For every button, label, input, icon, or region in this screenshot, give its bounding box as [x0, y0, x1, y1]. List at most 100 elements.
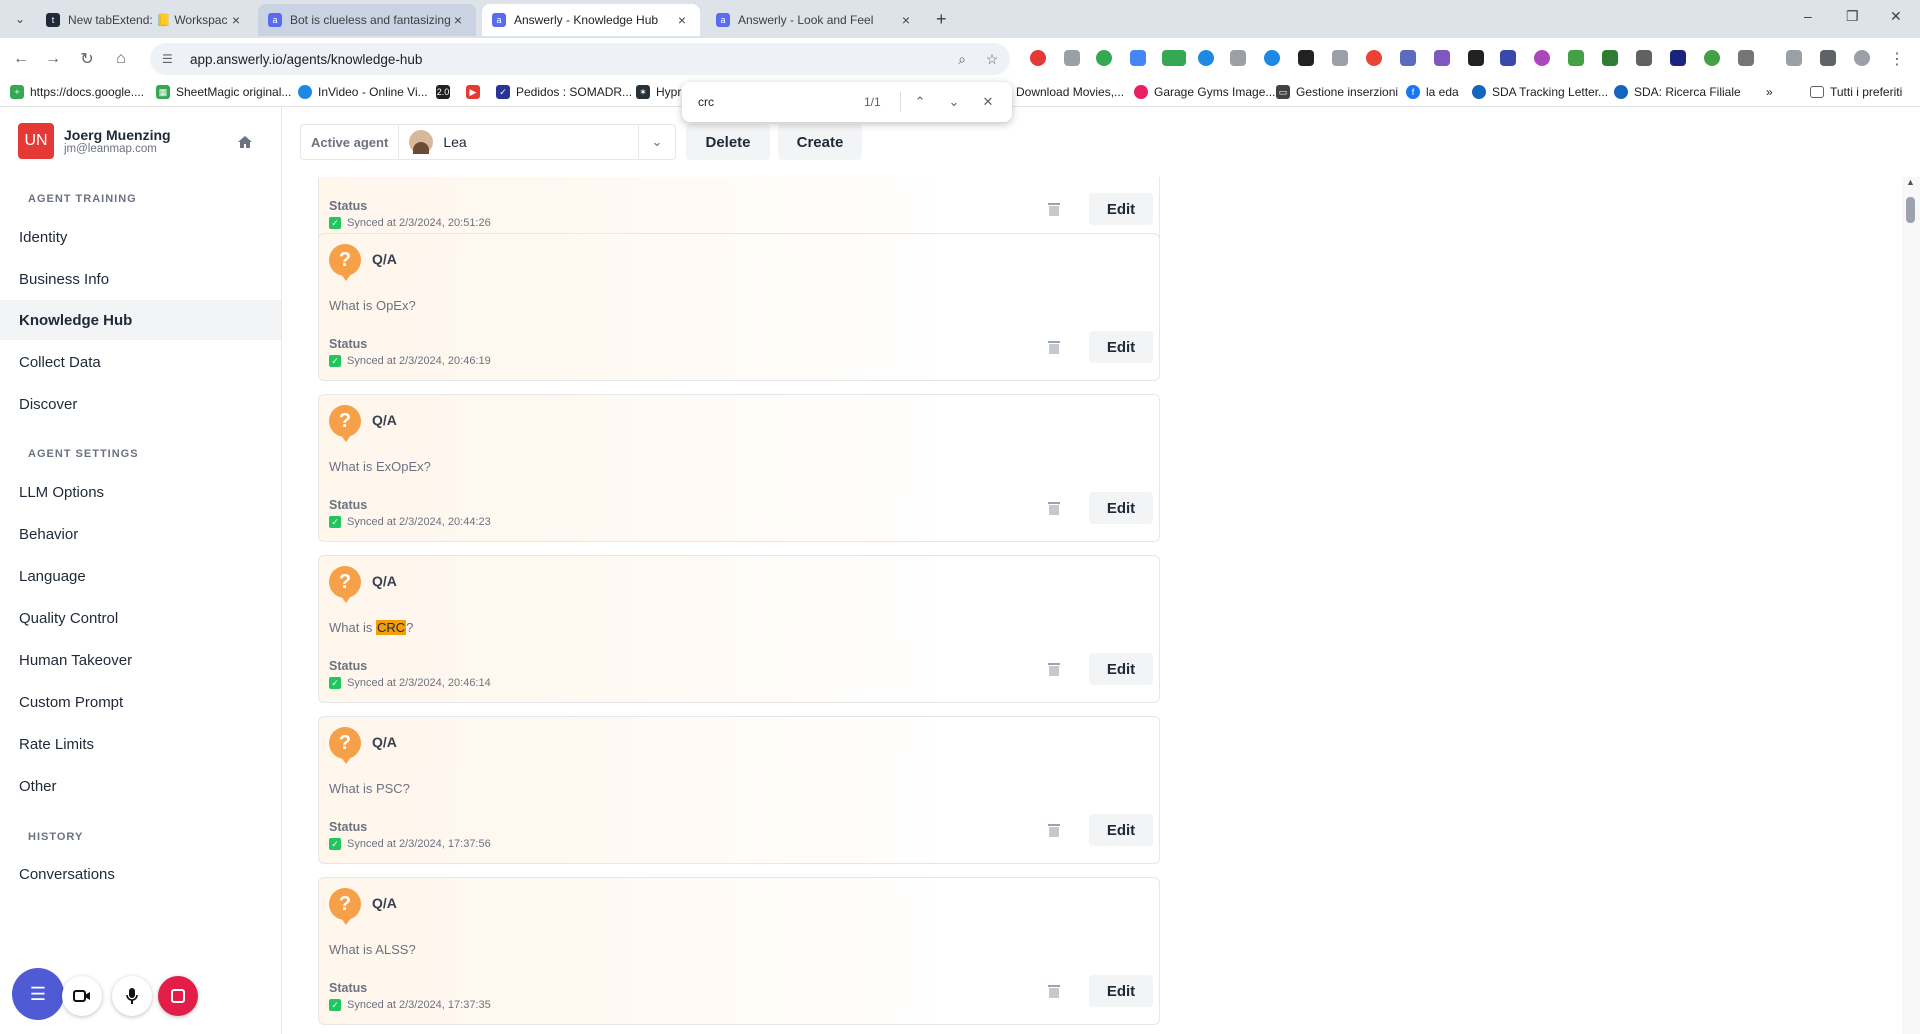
bookmark-item[interactable]: InVideo - Online Vi...	[298, 85, 428, 99]
side-panel-icon[interactable]	[1820, 50, 1836, 66]
extension-icon[interactable]	[1534, 50, 1550, 66]
site-info-icon[interactable]: ☰	[162, 52, 180, 66]
sidebar-item-other[interactable]: Other	[0, 766, 281, 806]
bookmark-star-icon[interactable]: ☆	[984, 51, 1000, 67]
extension-icon[interactable]	[1096, 50, 1112, 66]
find-close-icon[interactable]: ✕	[978, 92, 998, 112]
extension-icon[interactable]	[1400, 50, 1416, 66]
sidebar-item-llm-options[interactable]: LLM Options	[0, 472, 281, 512]
sidebar-item-custom-prompt[interactable]: Custom Prompt	[0, 682, 281, 722]
active-agent-select[interactable]: Active agent Lea ⌄	[300, 124, 676, 160]
sidebar-item-quality-control[interactable]: Quality Control	[0, 598, 281, 638]
cast-icon[interactable]	[1786, 50, 1802, 66]
bookmark-item[interactable]: Download Movies,...	[1016, 85, 1124, 99]
browser-tab[interactable]: t New tabExtend: 📒 Workspace ×	[36, 4, 254, 36]
sidebar-item-rate-limits[interactable]: Rate Limits	[0, 724, 281, 764]
home-icon[interactable]	[230, 127, 260, 157]
edit-button[interactable]: Edit	[1089, 331, 1153, 363]
extension-icon[interactable]	[1264, 50, 1280, 66]
bookmark-item[interactable]: ▭ Gestione inserzioni	[1276, 85, 1398, 99]
create-agent-button[interactable]: Create	[778, 124, 862, 160]
extension-icon[interactable]	[1434, 50, 1450, 66]
find-next-icon[interactable]: ⌄	[944, 92, 964, 112]
trash-icon[interactable]	[1047, 661, 1061, 677]
edit-button[interactable]: Edit	[1089, 653, 1153, 685]
browser-tab-active[interactable]: a Answerly - Knowledge Hub ×	[482, 4, 700, 36]
extension-icon[interactable]	[1636, 50, 1652, 66]
extension-icon[interactable]	[1230, 50, 1246, 66]
extension-icon[interactable]	[1332, 50, 1348, 66]
find-previous-icon[interactable]: ⌃	[910, 92, 930, 112]
bookmark-item[interactable]: ▶	[466, 85, 486, 99]
forward-icon[interactable]: →	[42, 48, 64, 70]
close-icon[interactable]: ×	[228, 12, 244, 28]
scrollbar-thumb[interactable]	[1906, 197, 1915, 223]
camera-icon[interactable]	[62, 976, 102, 1016]
bookmark-item[interactable]: SDA: Ricerca Filiale	[1614, 85, 1741, 99]
window-close-icon[interactable]: ✕	[1890, 8, 1902, 25]
url-text[interactable]: app.answerly.io/agents/knowledge-hub	[190, 52, 422, 67]
back-icon[interactable]: ←	[10, 48, 32, 70]
trash-icon[interactable]	[1047, 983, 1061, 999]
close-icon[interactable]: ×	[898, 12, 914, 28]
sidebar-item-collect-data[interactable]: Collect Data	[0, 342, 281, 382]
bookmark-item[interactable]: ✓ Pedidos : SOMADR...	[496, 85, 632, 99]
sidebar-item-knowledge-hub[interactable]: Knowledge Hub	[0, 300, 281, 340]
address-bar[interactable]: ☰ app.answerly.io/agents/knowledge-hub ⌕…	[150, 43, 1010, 75]
new-tab-icon[interactable]: +	[936, 9, 947, 30]
home-icon[interactable]: ⌂	[110, 48, 132, 70]
bookmark-item[interactable]: f la eda	[1406, 85, 1459, 99]
close-icon[interactable]: ×	[450, 12, 466, 28]
opera-extension-icon[interactable]	[1030, 50, 1046, 66]
extension-icon[interactable]	[1366, 50, 1382, 66]
extension-icon[interactable]	[1064, 50, 1080, 66]
recorder-menu-icon[interactable]: ☰	[12, 968, 64, 1020]
restore-icon[interactable]: ❐	[1846, 8, 1859, 25]
bookmark-item[interactable]: Garage Gyms Image...	[1134, 85, 1275, 99]
extension-icon[interactable]	[1568, 50, 1584, 66]
timer-extension-icon[interactable]	[1162, 50, 1186, 66]
browser-tab[interactable]: a Bot is clueless and fantasizing ×	[258, 4, 476, 36]
extension-icon[interactable]	[1602, 50, 1618, 66]
delete-agent-button[interactable]: Delete	[686, 124, 770, 160]
chevron-down-icon[interactable]: ⌄	[638, 125, 675, 159]
extension-icon[interactable]	[1500, 50, 1516, 66]
trash-icon[interactable]	[1047, 822, 1061, 838]
close-icon[interactable]: ×	[674, 12, 690, 28]
trash-icon[interactable]	[1047, 500, 1061, 516]
stop-recording-icon[interactable]	[158, 976, 198, 1016]
find-icon[interactable]: ⌕	[954, 51, 970, 67]
extension-icon[interactable]	[1130, 50, 1146, 66]
bookmark-item[interactable]: ▦ SheetMagic original...	[156, 85, 291, 99]
sidebar-item-behavior[interactable]: Behavior	[0, 514, 281, 554]
extension-icon[interactable]	[1704, 50, 1720, 66]
minimize-icon[interactable]: –	[1804, 8, 1812, 24]
edit-button[interactable]: Edit	[1089, 975, 1153, 1007]
bookmark-item[interactable]: SDA Tracking Letter...	[1472, 85, 1608, 99]
extension-icon[interactable]	[1468, 50, 1484, 66]
sidebar-item-identity[interactable]: Identity	[0, 217, 281, 257]
profile-avatar[interactable]	[1854, 50, 1870, 66]
tab-search-icon[interactable]: ⌄	[10, 9, 30, 29]
bookmark-folder[interactable]: Tutti i preferiti	[1810, 85, 1902, 99]
bookmark-item[interactable]: 2.0	[436, 85, 456, 99]
scrollbar[interactable]: ▲	[1902, 177, 1920, 1034]
extension-icon[interactable]	[1670, 50, 1686, 66]
more-bookmarks-icon[interactable]: »	[1766, 85, 1773, 99]
edit-button[interactable]: Edit	[1089, 814, 1153, 846]
sidebar-item-human-takeover[interactable]: Human Takeover	[0, 640, 281, 680]
sidebar-item-business-info[interactable]: Business Info	[0, 259, 281, 299]
sidebar-item-language[interactable]: Language	[0, 556, 281, 596]
extension-icon[interactable]	[1198, 50, 1214, 66]
sidebar-item-discover[interactable]: Discover	[0, 384, 281, 424]
extension-icon[interactable]	[1298, 50, 1314, 66]
find-input[interactable]: crc	[698, 95, 714, 109]
edit-button[interactable]: Edit	[1089, 193, 1153, 225]
user-profile[interactable]: UN Joerg Muenzing jm@leanmap.com	[18, 123, 171, 159]
sidebar-item-conversations[interactable]: Conversations	[0, 854, 281, 894]
trash-icon[interactable]	[1047, 201, 1061, 217]
browser-tab[interactable]: a Answerly - Look and Feel ×	[706, 4, 924, 36]
bookmark-item[interactable]: ✶ Hypr	[636, 85, 681, 99]
bookmark-item[interactable]: + https://docs.google....	[10, 85, 144, 99]
reload-icon[interactable]: ↻	[76, 48, 98, 70]
